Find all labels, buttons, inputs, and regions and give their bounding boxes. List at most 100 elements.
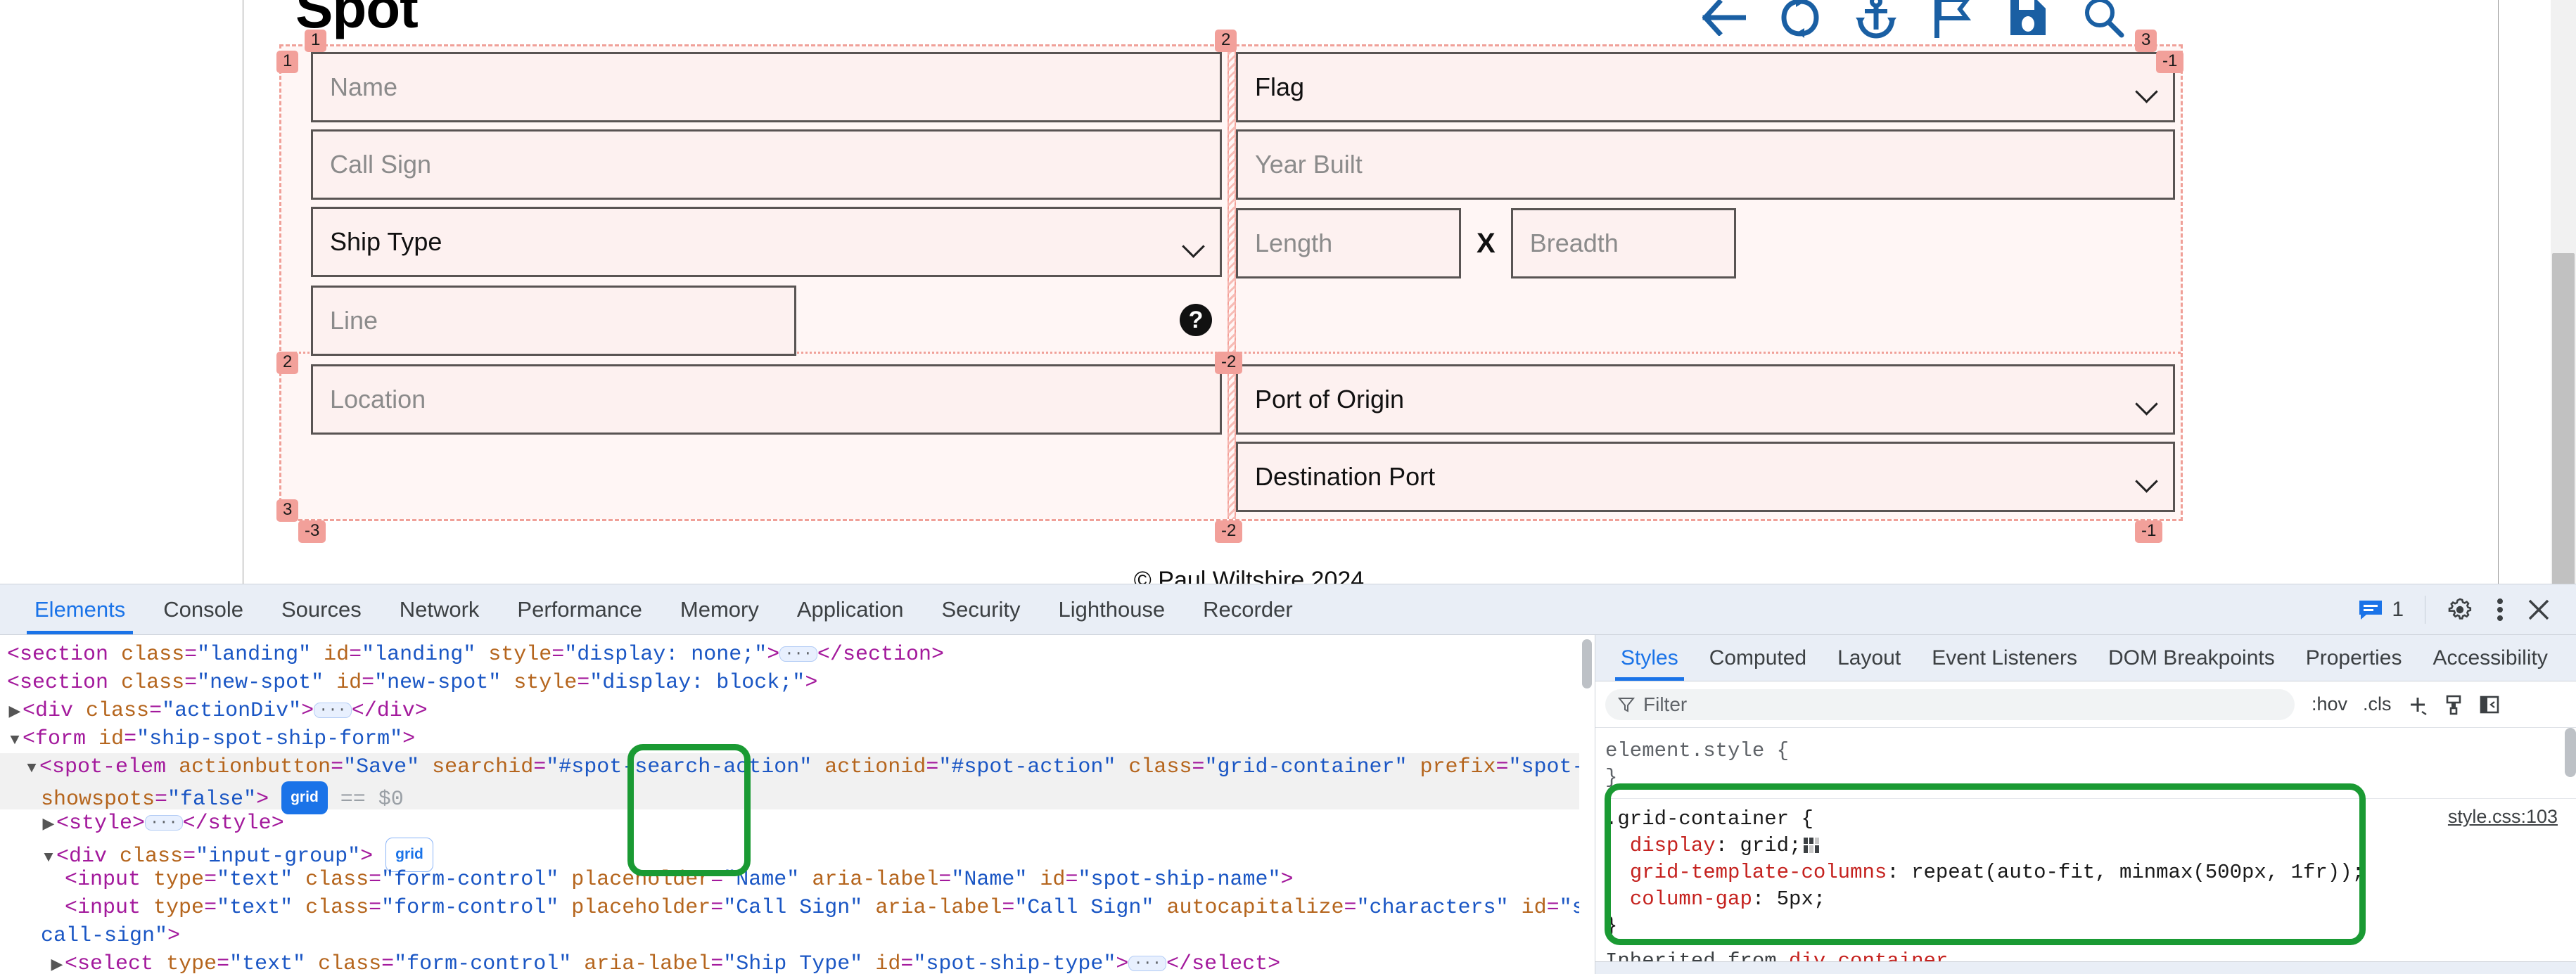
styles-filter-placeholder: Filter bbox=[1643, 693, 1688, 715]
grid-line-badge: 3 bbox=[2135, 30, 2157, 52]
line-input[interactable]: Line bbox=[311, 286, 796, 356]
declaration-value: repeat(auto-fit, minmax(500px, 1fr)); bbox=[1911, 861, 2364, 884]
grid-line-badge: -1 bbox=[2135, 520, 2163, 543]
styles-tab-styles[interactable]: Styles bbox=[1605, 635, 1694, 681]
devtools-tab-sources[interactable]: Sources bbox=[262, 584, 381, 634]
dom-line[interactable]: ▼ <div class="input-group"> grid bbox=[0, 838, 1595, 872]
styles-tab-dom-breakpoints[interactable]: DOM Breakpoints bbox=[2093, 635, 2290, 681]
call-sign-input[interactable]: Call Sign bbox=[311, 129, 1222, 200]
cls-toggle[interactable]: .cls bbox=[2363, 693, 2392, 715]
devtools-tabbar: Elements Console Sources Network Performance… bbox=[0, 584, 2576, 635]
dom-line[interactable]: <section class="landing" id="landing" st… bbox=[0, 641, 1595, 669]
line-row: Line ? bbox=[311, 284, 1222, 357]
help-icon[interactable]: ? bbox=[1180, 304, 1212, 336]
devtools-tab-list: Elements Console Sources Network Performance… bbox=[0, 584, 1312, 634]
dom-line[interactable]: <section class="new-spot" id="new-spot" … bbox=[0, 669, 1595, 697]
dom-pane-scrollbar[interactable] bbox=[1579, 635, 1595, 974]
styles-pane: Styles Computed Layout Event Listeners DOM B… bbox=[1595, 635, 2576, 974]
ship-type-select[interactable]: Ship Type bbox=[311, 207, 1222, 277]
element-classes-icon[interactable] bbox=[2444, 694, 2463, 715]
style-source-link[interactable]: style.css:103 bbox=[2448, 803, 2558, 830]
breadth-input[interactable]: Breadth bbox=[1510, 208, 1736, 278]
add-style-rule-icon[interactable] bbox=[2407, 694, 2428, 715]
dom-tree-pane[interactable]: <section class="landing" id="landing" st… bbox=[0, 635, 1595, 974]
grid-container-rule[interactable]: style.css:103 .grid-container { display:… bbox=[1605, 803, 2576, 942]
dom-line[interactable]: ▶<select type="text" class="form-control… bbox=[0, 950, 1595, 974]
message-count: 1 bbox=[2392, 597, 2404, 621]
styles-tab-computed[interactable]: Computed bbox=[1694, 635, 1822, 681]
styles-tools: :hov .cls bbox=[2312, 693, 2500, 715]
search-icon[interactable] bbox=[2082, 0, 2126, 39]
devtools-tab-elements[interactable]: Elements bbox=[15, 584, 144, 634]
devtools-tab-performance[interactable]: Performance bbox=[498, 584, 661, 634]
name-input[interactable]: Name bbox=[311, 52, 1222, 122]
gear-icon[interactable] bbox=[2435, 596, 2485, 623]
length-input[interactable]: Length bbox=[1236, 208, 1461, 278]
devtools-tab-network[interactable]: Network bbox=[381, 584, 499, 634]
styles-bottom-bar bbox=[1595, 961, 2576, 974]
grid-line-badge: 2 bbox=[276, 352, 299, 374]
right-column-spacer bbox=[1236, 287, 2175, 364]
declaration-property: column-gap bbox=[1629, 888, 1752, 911]
anchor-icon[interactable] bbox=[1854, 0, 1898, 39]
kebab-menu-icon[interactable] bbox=[2485, 596, 2516, 623]
styles-pane-scrollbar[interactable] bbox=[2565, 728, 2576, 777]
declaration-column-gap[interactable]: column-gap: 5px; bbox=[1605, 886, 2576, 913]
form-left-column: Name Call Sign Ship Type Line ? Location bbox=[281, 46, 1228, 525]
element-style-close: } bbox=[1605, 766, 1618, 789]
console-message-icon[interactable]: 1 bbox=[2347, 598, 2415, 622]
grid-line-badge: -2 bbox=[1215, 520, 1243, 543]
styles-tab-accessibility[interactable]: Accessibility bbox=[2417, 635, 2563, 681]
dom-line-selected-cont[interactable]: showspots="false"> grid == $0 bbox=[0, 781, 1595, 814]
flag-select[interactable]: Flag bbox=[1236, 52, 2175, 122]
dom-pane-scrollbar-thumb[interactable] bbox=[1582, 639, 1592, 688]
grid-line-badge: -2 bbox=[1215, 352, 1243, 374]
page-right-rule bbox=[2498, 0, 2499, 584]
grid-line-badge: 1 bbox=[276, 51, 299, 73]
filter-icon bbox=[1618, 697, 1635, 712]
grid-line-badge: 1 bbox=[305, 30, 327, 52]
save-icon[interactable] bbox=[2006, 0, 2050, 39]
declaration-value: grid; bbox=[1740, 834, 1802, 857]
page-scrollbar-track[interactable] bbox=[2551, 0, 2576, 584]
dom-line[interactable]: <input type="text" class="form-control" … bbox=[0, 866, 1595, 894]
location-input[interactable]: Location bbox=[311, 364, 1222, 435]
year-built-input[interactable]: Year Built bbox=[1236, 129, 2175, 200]
port-of-origin-select[interactable]: Port of Origin bbox=[1236, 364, 2175, 435]
refresh-icon[interactable] bbox=[1778, 0, 1822, 39]
grid-container-close: } bbox=[1605, 914, 1618, 937]
devtools-tab-security[interactable]: Security bbox=[923, 584, 1040, 634]
devtools-tab-lighthouse[interactable]: Lighthouse bbox=[1039, 584, 1184, 634]
declaration-grid-template-columns[interactable]: grid-template-columns: repeat(auto-fit, … bbox=[1605, 859, 2576, 886]
back-arrow-icon[interactable] bbox=[1702, 0, 1746, 39]
hov-toggle[interactable]: :hov bbox=[2312, 693, 2347, 715]
page-scrollbar-thumb[interactable] bbox=[2552, 253, 2575, 584]
element-style-rule[interactable]: element.style { } bbox=[1605, 735, 2576, 794]
devtools-tab-memory[interactable]: Memory bbox=[661, 584, 778, 634]
declaration-display[interactable]: display: grid; bbox=[1605, 833, 2576, 859]
styles-tab-properties[interactable]: Properties bbox=[2290, 635, 2418, 681]
devtools-tab-recorder[interactable]: Recorder bbox=[1184, 584, 1312, 634]
destination-port-select[interactable]: Destination Port bbox=[1236, 442, 2175, 512]
devtools-tab-application[interactable]: Application bbox=[778, 584, 923, 634]
toggle-sidebar-icon[interactable] bbox=[2479, 694, 2500, 715]
dom-tree: <section class="landing" id="landing" st… bbox=[0, 635, 1595, 974]
dom-line[interactable]: ▶<div class="actionDiv"> ··· </div> bbox=[0, 697, 1595, 725]
dom-line[interactable]: ▼ <form id="ship-spot-ship-form"> bbox=[0, 725, 1595, 753]
devtools-panel: Elements Console Sources Network Performance… bbox=[0, 584, 2576, 974]
styles-filter-input[interactable]: Filter bbox=[1605, 688, 2295, 720]
close-icon[interactable] bbox=[2516, 598, 2562, 622]
grid-line-badge: 3 bbox=[276, 499, 299, 522]
form-right-column: Flag Year Built Length X Breadth Port of… bbox=[1236, 46, 2181, 525]
dom-line-selected[interactable]: ▼ <spot-elem actionbutton="Save" searchid… bbox=[0, 753, 1595, 781]
dom-line[interactable]: <input type="text" class="form-control" … bbox=[0, 894, 1595, 922]
grid-toggle-icon[interactable] bbox=[1804, 835, 1820, 853]
dom-line[interactable]: ▶<style> ··· </style> bbox=[0, 809, 1595, 838]
styles-tab-event-listeners[interactable]: Event Listeners bbox=[1916, 635, 2093, 681]
dom-line[interactable]: call-sign"> bbox=[0, 922, 1595, 950]
devtools-tab-console[interactable]: Console bbox=[144, 584, 262, 634]
flag-icon[interactable] bbox=[1930, 0, 1974, 39]
grid-line-badge: -1 bbox=[2156, 51, 2184, 73]
styles-tab-layout[interactable]: Layout bbox=[1822, 635, 1916, 681]
declaration-value: 5px; bbox=[1776, 888, 1826, 911]
